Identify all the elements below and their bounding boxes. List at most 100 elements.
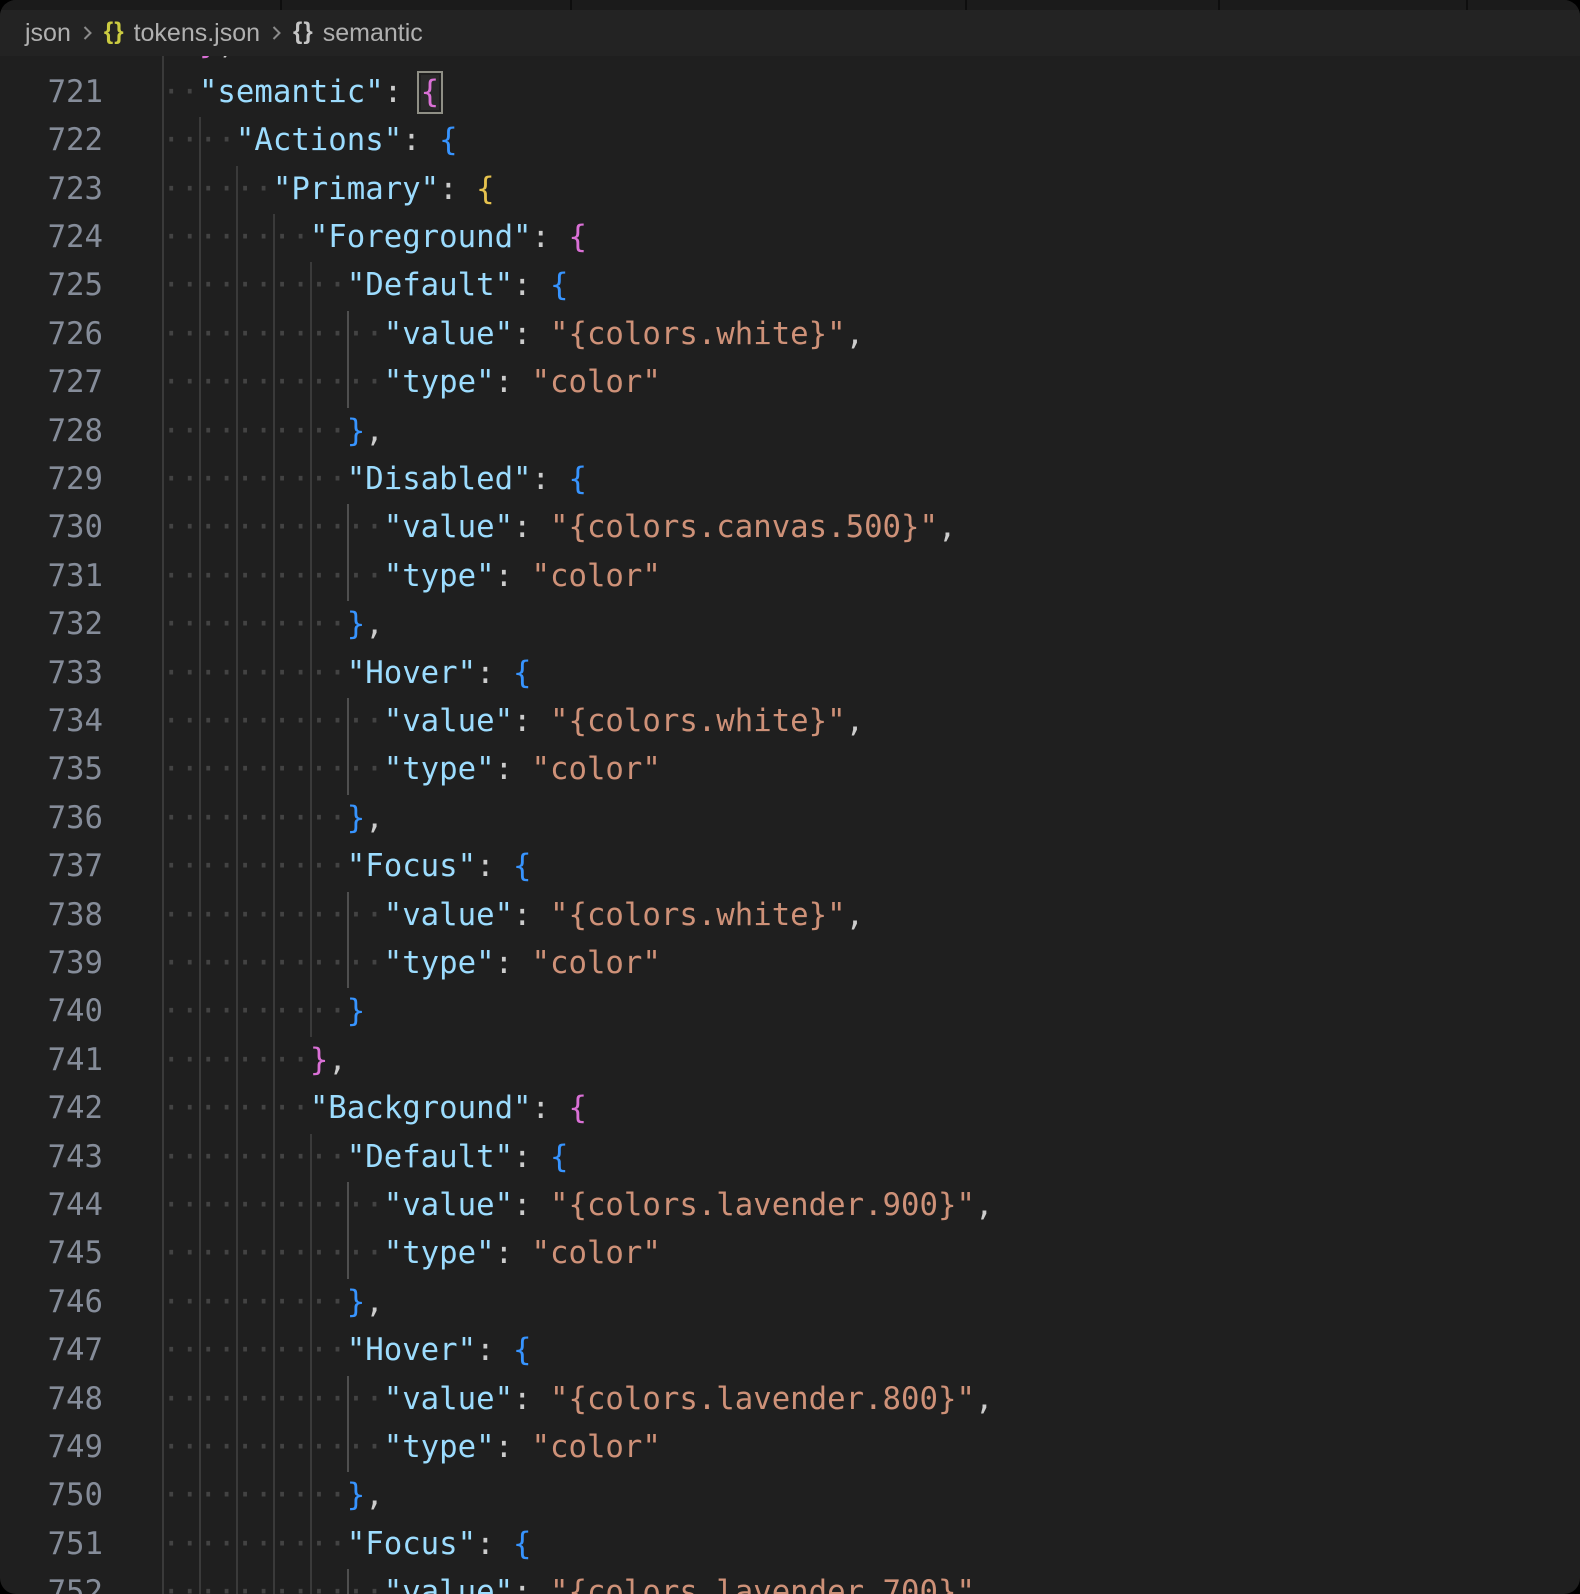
breadcrumb-item-file[interactable]: {} tokens.json [104, 19, 260, 48]
line-number: 738 [47, 897, 103, 933]
code-line-text: ··········}, [162, 800, 384, 836]
whitespace-dots: ············ [162, 510, 384, 546]
code-line[interactable]: 724 ········"Foreground": { [0, 214, 1580, 263]
code-line[interactable]: 746 ··········}, [0, 1278, 1580, 1328]
code-line[interactable]: 737 ··········"Focus": { [0, 843, 1580, 892]
code-line-text: ······"Primary": { [162, 171, 495, 207]
tab-divider [280, 0, 282, 10]
code-line[interactable]: 745 ············"type": "color" [0, 1230, 1580, 1279]
line-number: 749 [47, 1430, 103, 1465]
whitespace-dots: ·········· [162, 462, 347, 497]
code-line-text: ··"semantic": { [162, 70, 444, 114]
code-line-text: ········"Foreground": { [162, 220, 587, 255]
code-line-text: ············"type": "color" [162, 558, 661, 594]
code-line-text: ··········"Default": { [162, 1139, 569, 1175]
tab-bar[interactable] [0, 0, 1580, 10]
code-line-text: ············"type": "color" [162, 365, 661, 401]
line-number: 733 [47, 655, 103, 691]
code-line[interactable]: 736 ··········}, [0, 794, 1580, 844]
code-line-text: ············"type": "color" [162, 752, 661, 788]
code-line[interactable]: 731 ············"type": "color" [0, 552, 1580, 602]
object-symbol-icon: {} [293, 18, 314, 45]
line-number: 728 [47, 413, 103, 449]
code-line[interactable]: 733 ··········"Hover": { [0, 649, 1580, 698]
breadcrumb-item-symbol[interactable]: {} semantic [293, 19, 423, 48]
code-line[interactable]: 735 ············"type": "color" [0, 746, 1580, 795]
whitespace-dots: ············ [162, 704, 384, 739]
code-line-text: ············"value": "{colors.white}", [162, 704, 865, 739]
code-line[interactable]: 744 ············"value": "{colors.lavende… [0, 1182, 1580, 1231]
json-file-icon: {} [103, 18, 125, 45]
code-line-text: ··········"Disabled": { [162, 462, 587, 497]
code-line[interactable]: 743 ··········"Default": { [0, 1133, 1580, 1182]
whitespace-dots: ············ [162, 1430, 384, 1465]
line-number: 727 [47, 365, 103, 401]
whitespace-dots: ········ [162, 1042, 310, 1078]
code-line[interactable]: 722 ····"Actions": { [0, 117, 1580, 166]
code-line-text: ············"type": "color" [162, 1236, 661, 1272]
line-number: 721 [47, 74, 103, 110]
code-line[interactable]: 749 ············"type": "color" [0, 1424, 1580, 1473]
line-number: 734 [47, 704, 103, 739]
whitespace-dots: ·········· [162, 1139, 347, 1175]
breadcrumb-item-json[interactable]: json [25, 19, 71, 48]
line-number: 742 [47, 1091, 103, 1127]
whitespace-dots: ·········· [162, 994, 347, 1030]
code-line-text: ········"Background": { [162, 1091, 587, 1127]
line-number: 725 [47, 268, 103, 304]
line-number: 752 [47, 1575, 103, 1594]
whitespace-dots: ···· [162, 123, 236, 159]
line-number: 722 [47, 123, 103, 159]
code-line[interactable]: 725 ··········"Default": { [0, 262, 1580, 311]
code-line[interactable]: 740 ··········} [0, 988, 1580, 1037]
code-line-text: ··········}, [162, 607, 384, 643]
code-line-text: ··········"Default": { [162, 268, 569, 304]
code-line[interactable]: 738 ············"value": "{colors.white}"… [0, 891, 1580, 940]
code-line[interactable]: 729 ··········"Disabled": { [0, 456, 1580, 505]
line-number: 726 [47, 316, 103, 352]
code-line[interactable]: 752 ············"value": "{colors.lavende… [0, 1569, 1580, 1594]
code-line[interactable]: 742 ········"Background": { [0, 1085, 1580, 1134]
matched-bracket: { [416, 70, 444, 114]
line-number: 747 [47, 1333, 103, 1369]
code-line-text: ············"value": "{colors.canvas.500… [162, 510, 957, 546]
breadcrumb: json {} tokens.json {} semantic [0, 10, 1580, 56]
code-line-text: ············"type": "color" [162, 1430, 661, 1465]
code-line[interactable]: 739 ············"type": "color" [0, 940, 1580, 989]
code-line[interactable]: 732 ··········}, [0, 601, 1580, 650]
code-editor[interactable]: 720··},721··"semantic": {722····"Actions… [0, 0, 1580, 1594]
whitespace-dots: ············ [162, 752, 384, 788]
whitespace-dots: ·········· [162, 413, 347, 449]
code-line[interactable]: 751 ··········"Focus": { [0, 1520, 1580, 1570]
vscode-editor-window: json {} tokens.json {} semantic 720··},7… [0, 0, 1580, 1594]
line-number: 724 [47, 220, 103, 255]
code-line-text: ········}, [162, 1042, 347, 1078]
code-line-text: ··········}, [162, 1478, 384, 1514]
line-number: 740 [47, 994, 103, 1030]
code-line[interactable]: 723 ······"Primary": { [0, 165, 1580, 214]
line-number: 750 [47, 1478, 103, 1514]
code-line[interactable]: 748 ············"value": "{colors.lavende… [0, 1375, 1580, 1424]
line-number: 743 [47, 1139, 103, 1175]
whitespace-dots: ············ [162, 897, 384, 933]
code-line[interactable]: 726 ············"value": "{colors.white}"… [0, 310, 1580, 360]
whitespace-dots: ·········· [162, 1478, 347, 1514]
chevron-right-icon [81, 22, 94, 44]
code-line[interactable]: 721 ··"semantic": { [0, 68, 1580, 118]
whitespace-dots: ········ [162, 220, 310, 255]
whitespace-dots: ·········· [162, 849, 347, 885]
code-line[interactable]: 730 ············"value": "{colors.canvas.… [0, 504, 1580, 553]
code-line[interactable]: 727 ············"type": "color" [0, 359, 1580, 408]
code-line-text: ··········}, [162, 1284, 384, 1320]
code-line[interactable]: 734 ············"value": "{colors.white}"… [0, 698, 1580, 747]
code-line[interactable]: 728 ··········}, [0, 407, 1580, 456]
line-number: 732 [47, 607, 103, 643]
code-line-text: ··········"Hover": { [162, 655, 532, 691]
whitespace-dots: ············ [162, 946, 384, 981]
code-line-text: ··········"Focus": { [162, 1526, 532, 1562]
code-line[interactable]: 750 ··········}, [0, 1472, 1580, 1521]
whitespace-dots: ············ [162, 1381, 384, 1417]
code-line[interactable]: 741 ········}, [0, 1036, 1580, 1086]
whitespace-dots: ·········· [162, 268, 347, 304]
code-line[interactable]: 747 ··········"Hover": { [0, 1327, 1580, 1376]
